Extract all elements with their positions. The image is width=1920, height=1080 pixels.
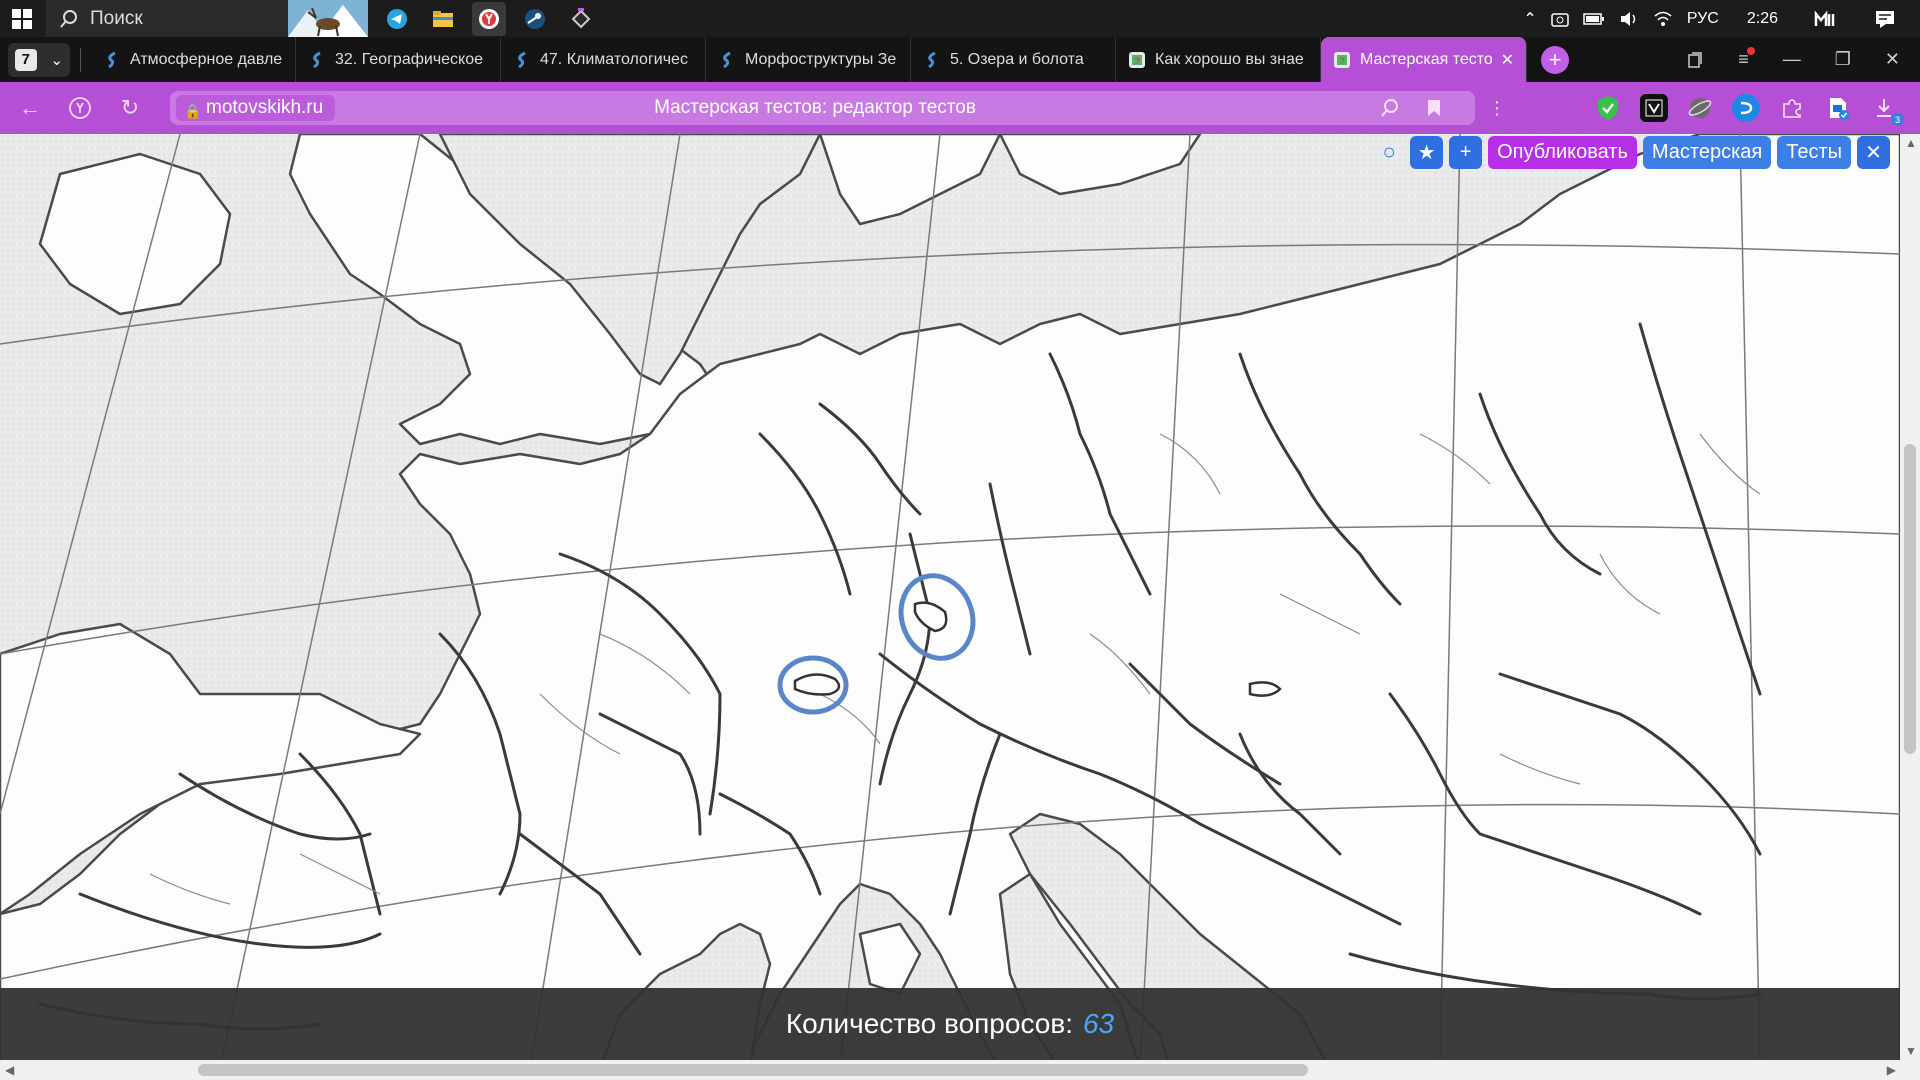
scroll-left-arrow-icon[interactable]: ◀: [5, 1063, 14, 1077]
domain-chip[interactable]: 🔒 motovskikh.ru: [176, 95, 336, 121]
map-viewport[interactable]: [0, 134, 1900, 1069]
address-bar: ← ↻ 🔒 motovskikh.ru Мастерская тестов: р…: [0, 82, 1920, 134]
question-count-bar: Количество вопросов: 63: [0, 988, 1900, 1060]
close-window-icon[interactable]: ✕: [1885, 49, 1900, 70]
site-favicon-icon: [103, 51, 121, 69]
extension-dark-icon[interactable]: [1640, 94, 1668, 122]
tab-label: Атмосферное давле: [130, 50, 283, 68]
puzzle-extension-icon[interactable]: [1778, 94, 1806, 122]
workshop-button[interactable]: Мастерская: [1642, 135, 1772, 169]
clock[interactable]: 2:26: [1747, 10, 1778, 28]
site-favicon-icon: [718, 51, 736, 69]
steam-icon[interactable]: [518, 2, 552, 36]
chevron-up-icon[interactable]: ⌃: [1523, 9, 1536, 29]
search-placeholder: Поиск: [90, 7, 143, 29]
search-icon: [60, 9, 77, 28]
scroll-up-arrow-icon[interactable]: ▲: [1905, 136, 1917, 150]
minimize-icon[interactable]: —: [1783, 49, 1801, 70]
lock-icon: 🔒: [184, 103, 202, 119]
tab-label: 5. Озера и болота: [950, 50, 1084, 68]
tests-button[interactable]: Тесты: [1777, 135, 1851, 169]
shield-extension-icon[interactable]: [1594, 94, 1622, 122]
close-tab-icon[interactable]: ✕: [1501, 50, 1514, 70]
plus-icon[interactable]: +: [1449, 135, 1483, 169]
bookmark-icon[interactable]: [1426, 98, 1442, 118]
tab-label: 32. Географическое: [335, 50, 484, 68]
tab-workshop-active[interactable]: ? Мастерская тесто ✕: [1321, 37, 1527, 82]
scroll-right-arrow-icon[interactable]: ▶: [1887, 1063, 1896, 1077]
wifi-icon[interactable]: [1653, 10, 1673, 28]
tab-counter-button[interactable]: 7 ⌄: [8, 42, 70, 77]
search-highlight-image: [288, 0, 368, 37]
back-arrow-icon[interactable]: ←: [10, 88, 50, 128]
scroll-down-arrow-icon[interactable]: ▼: [1905, 1044, 1917, 1058]
windows-logo-icon: [12, 8, 32, 29]
horizontal-scroll-thumb[interactable]: [198, 1064, 1308, 1076]
restore-icon[interactable]: ❐: [1835, 49, 1851, 70]
taskbar-search[interactable]: Поиск: [46, 0, 368, 37]
star-icon[interactable]: ★: [1410, 135, 1444, 169]
tab-label: Морфоструктуры Зе: [745, 50, 897, 68]
yandex-browser-icon[interactable]: [472, 1, 506, 36]
chevron-down-icon: ⌄: [50, 51, 64, 69]
svg-text:?: ?: [1339, 56, 1344, 66]
folder-icon[interactable]: [426, 2, 460, 36]
tab-atmospheric-pressure[interactable]: Атмосферное давле: [91, 37, 296, 82]
domain-text: motovskikh.ru: [206, 97, 324, 118]
tab-count: 7: [14, 48, 37, 71]
tab-label: Мастерская тесто: [1360, 50, 1492, 68]
site-favicon-icon: [308, 51, 326, 69]
camera-icon[interactable]: [1551, 10, 1569, 28]
telegram-icon[interactable]: [380, 2, 414, 36]
document-extension-icon[interactable]: [1824, 94, 1852, 122]
notifications-icon[interactable]: [1874, 9, 1896, 29]
reload-icon[interactable]: ↻: [110, 88, 150, 128]
tab-geographic[interactable]: 32. Географическое: [296, 37, 501, 82]
close-icon[interactable]: ✕: [1857, 135, 1890, 169]
windows-start-button[interactable]: [0, 0, 44, 37]
translate-extension-icon[interactable]: [1732, 94, 1760, 122]
vertical-scrollbar[interactable]: ▲ ▼: [1900, 134, 1920, 1060]
download-badge: 3: [1891, 113, 1904, 126]
question-count-value: 63: [1082, 1008, 1115, 1039]
app-icon[interactable]: [564, 2, 598, 36]
windows-taskbar: Поиск ⌃ РУС 2:26: [0, 0, 1920, 37]
quiz-favicon-icon: ?: [1128, 51, 1146, 69]
editor-toolbar: ○ ★ + Опубликовать Мастерская Тесты ✕: [1374, 134, 1890, 170]
widget-icon[interactable]: [1814, 10, 1836, 28]
horizontal-scrollbar[interactable]: ◀ ▶: [0, 1060, 1920, 1080]
menu-icon[interactable]: ≡: [1738, 47, 1755, 70]
bookmarks-panel-icon[interactable]: [1686, 51, 1704, 69]
site-favicon-icon: [513, 51, 531, 69]
new-tab-button[interactable]: +: [1541, 45, 1569, 74]
vpn-extension-icon[interactable]: [1686, 94, 1714, 122]
tab-how-well-you-know[interactable]: ? Как хорошо вы знае: [1116, 37, 1321, 82]
search-page-icon[interactable]: [1380, 98, 1400, 118]
tab-label: 47. Климатологичес: [540, 50, 688, 68]
downloads-icon[interactable]: 3: [1870, 94, 1904, 126]
circle-tool-icon[interactable]: ○: [1374, 136, 1404, 169]
tab-morphostructures[interactable]: Морфоструктуры Зе: [706, 37, 911, 82]
more-vertical-icon[interactable]: ⋮: [1488, 98, 1506, 119]
battery-icon[interactable]: [1583, 12, 1605, 26]
page-title: Мастерская тестов: редактор тестов: [654, 97, 976, 118]
publish-button[interactable]: Опубликовать: [1488, 135, 1637, 169]
tab-climatological[interactable]: 47. Климатологичес: [501, 37, 706, 82]
volume-icon[interactable]: [1619, 10, 1639, 28]
vertical-scroll-thumb[interactable]: [1904, 444, 1916, 754]
contour-map-europe[interactable]: [0, 134, 1900, 1069]
tab-label: Как хорошо вы знае: [1155, 50, 1304, 68]
question-count-label: Количество вопросов:: [785, 1008, 1073, 1039]
quiz-favicon-icon: ?: [1333, 51, 1351, 69]
browser-tab-bar: 7 ⌄ Атмосферное давле 32. Географическое…: [0, 37, 1920, 82]
site-favicon-icon: [923, 51, 941, 69]
tab-lakes-swamps[interactable]: 5. Озера и болота: [911, 37, 1116, 82]
language-indicator[interactable]: РУС: [1687, 10, 1719, 28]
svg-text:?: ?: [1134, 56, 1139, 66]
yandex-logo-icon[interactable]: [60, 88, 100, 128]
